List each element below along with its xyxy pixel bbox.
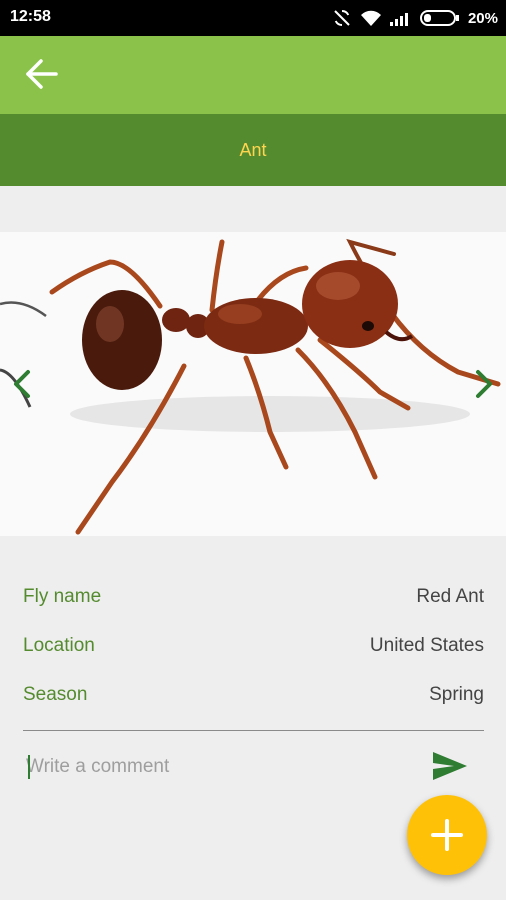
text-cursor [28, 755, 30, 779]
detail-row-location: Location United States [23, 621, 484, 670]
chevron-right-icon[interactable] [462, 364, 502, 404]
detail-row-season: Season Spring [23, 670, 484, 719]
ant-image [0, 238, 501, 535]
sync-off-icon [334, 10, 350, 26]
chevron-left-icon[interactable] [4, 364, 44, 404]
battery-icon [419, 10, 459, 26]
status-time: 12:58 [10, 8, 51, 25]
comment-input[interactable] [26, 748, 406, 786]
plus-icon [431, 819, 463, 851]
arrow-left-icon [26, 59, 58, 89]
add-button[interactable] [407, 795, 487, 875]
detail-label: Season [23, 683, 88, 705]
app-bar [0, 36, 506, 114]
back-button[interactable] [22, 54, 70, 96]
detail-value: United States [369, 634, 484, 656]
wifi-icon [360, 10, 381, 26]
detail-value: Red Ant [416, 585, 484, 607]
send-icon[interactable] [430, 748, 470, 784]
detail-row-fly-name: Fly name Red Ant [23, 572, 484, 621]
image-gallery[interactable] [0, 232, 506, 536]
page-title: Ant [239, 140, 267, 160]
status-icons: 20% [332, 7, 498, 29]
detail-value: Spring [429, 683, 484, 705]
title-bar: Ant [0, 114, 506, 186]
detail-label: Location [23, 634, 95, 656]
battery-percent: 20% [467, 9, 498, 27]
details-list: Fly name Red Ant Location United States … [23, 572, 484, 719]
divider [23, 730, 484, 731]
signal-icon [389, 13, 408, 26]
status-bar: 12:58 20% [0, 0, 506, 36]
detail-label: Fly name [23, 585, 102, 607]
